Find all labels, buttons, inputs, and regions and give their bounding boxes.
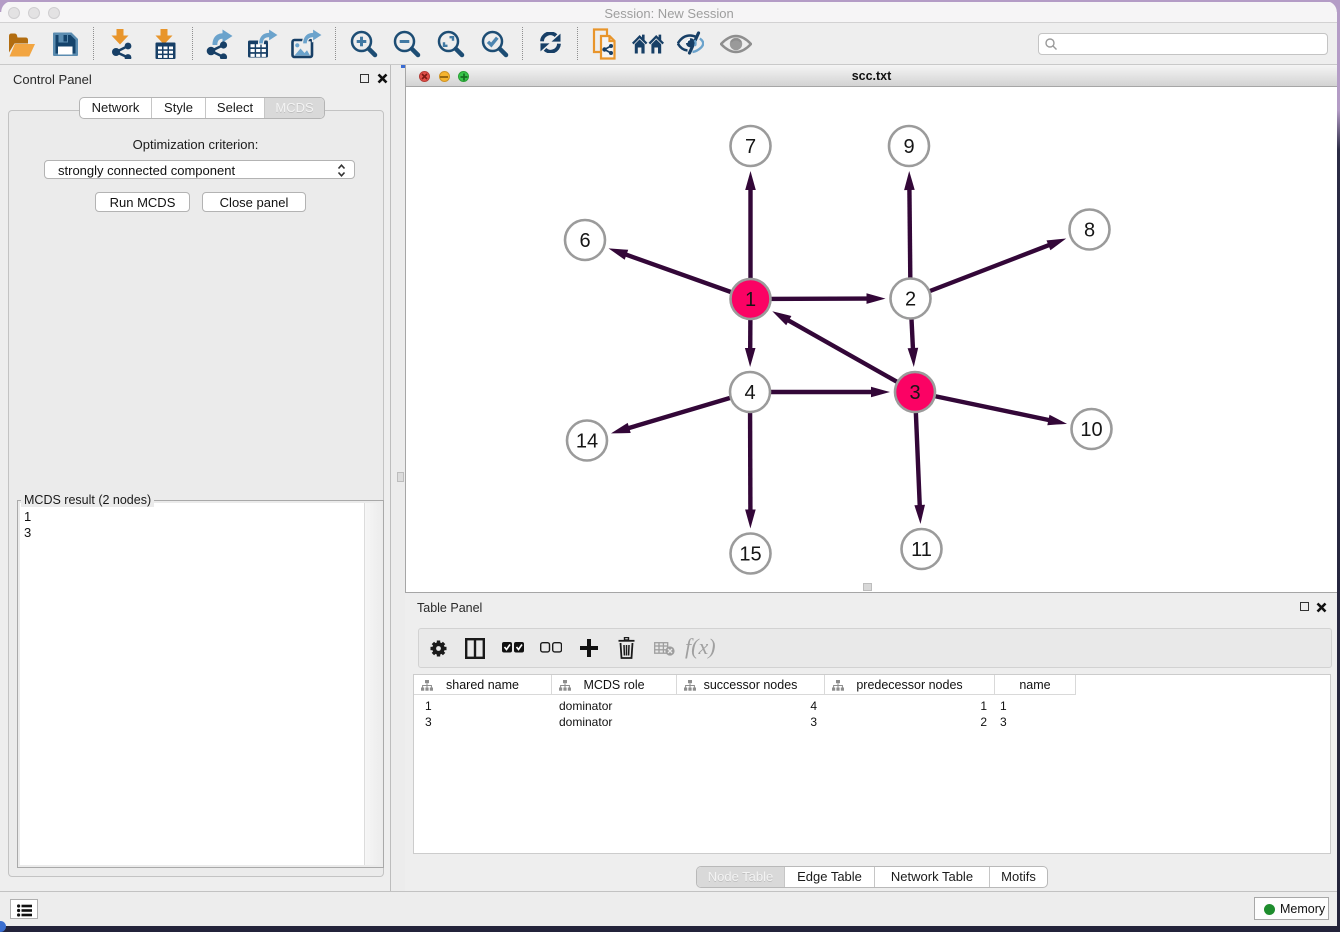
svg-text:6: 6: [579, 230, 590, 252]
svg-text:1: 1: [745, 289, 756, 311]
svg-text:8: 8: [1084, 220, 1095, 242]
svg-text:11: 11: [911, 539, 932, 561]
svg-text:15: 15: [739, 544, 761, 566]
svg-text:9: 9: [903, 136, 914, 158]
svg-text:10: 10: [1080, 419, 1102, 441]
svg-text:14: 14: [576, 431, 598, 453]
svg-text:7: 7: [745, 136, 756, 158]
svg-text:2: 2: [905, 289, 916, 311]
svg-text:3: 3: [909, 382, 920, 404]
svg-text:4: 4: [744, 382, 755, 404]
